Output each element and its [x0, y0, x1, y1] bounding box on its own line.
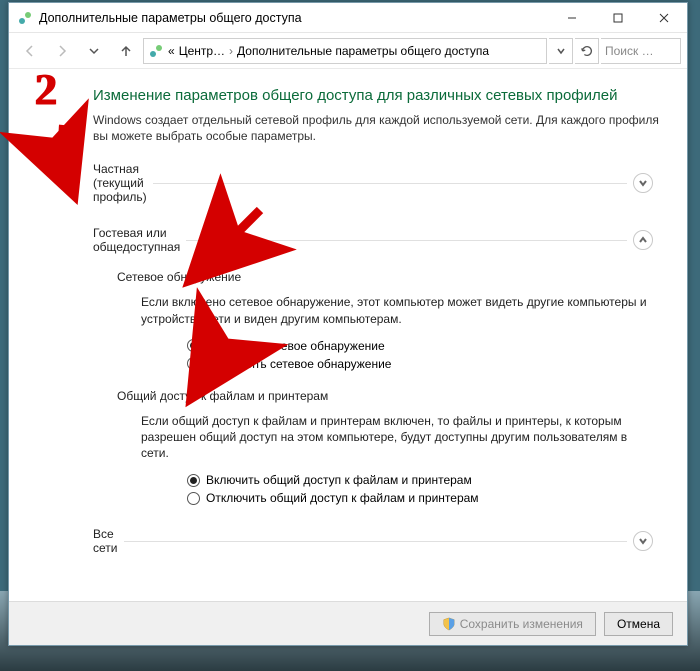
chevron-down-icon[interactable]: [633, 173, 653, 193]
minimize-button[interactable]: [549, 3, 595, 33]
network-icon: [148, 43, 164, 59]
save-button[interactable]: Сохранить изменения: [429, 612, 596, 636]
maximize-button[interactable]: [595, 3, 641, 33]
cancel-button[interactable]: Отмена: [604, 612, 673, 636]
cancel-button-label: Отмена: [617, 617, 660, 631]
window-title: Дополнительные параметры общего доступа: [39, 11, 549, 25]
radio-discovery-on-label: Включить сетевое обнаружение: [206, 339, 385, 353]
footer: Сохранить изменения Отмена: [9, 601, 687, 645]
page-heading: Изменение параметров общего доступа для …: [93, 87, 659, 104]
recent-button[interactable]: [79, 37, 109, 65]
save-button-label: Сохранить изменения: [460, 617, 583, 631]
nav-row: « Центр… › Дополнительные параметры обще…: [9, 33, 687, 69]
subsection-discovery-desc: Если включено сетевое обнаружение, этот …: [141, 294, 649, 326]
refresh-button[interactable]: [575, 38, 599, 64]
content-area: Изменение параметров общего доступа для …: [9, 69, 687, 601]
radio-fileshare-on-label: Включить общий доступ к файлам и принтер…: [206, 473, 472, 487]
back-button[interactable]: [15, 37, 45, 65]
network-icon: [17, 10, 33, 26]
breadcrumb-1[interactable]: Центр…: [179, 44, 225, 58]
radio-fileshare-off-label: Отключить общий доступ к файлам и принте…: [206, 491, 479, 505]
radio-icon: [187, 492, 200, 505]
radio-discovery-on[interactable]: Включить сетевое обнаружение: [187, 337, 659, 355]
chevron-right-icon: ›: [229, 44, 233, 58]
radio-fileshare-off[interactable]: Отключить общий доступ к файлам и принте…: [187, 489, 659, 507]
radio-fileshare-on[interactable]: Включить общий доступ к файлам и принтер…: [187, 471, 659, 489]
chevron-down-icon[interactable]: [633, 531, 653, 551]
section-all[interactable]: Все сети: [93, 523, 653, 559]
subsection-fileshare-desc: Если общий доступ к файлам и принтерам в…: [141, 413, 649, 462]
breadcrumb-2[interactable]: Дополнительные параметры общего доступа: [237, 44, 489, 58]
section-private-label: Частная (текущий профиль): [93, 162, 147, 204]
radio-icon: [187, 474, 200, 487]
section-all-label: Все сети: [93, 527, 118, 555]
up-button[interactable]: [111, 37, 141, 65]
section-guest[interactable]: Гостевая или общедоступная: [93, 222, 653, 258]
page-subtext: Windows создает отдельный сетевой профил…: [93, 112, 659, 144]
annotation-number: 2: [35, 68, 57, 112]
shield-icon: [442, 617, 456, 631]
chevron-left-icon: «: [168, 44, 175, 58]
radio-icon: [187, 339, 200, 352]
close-button[interactable]: [641, 3, 687, 33]
section-private[interactable]: Частная (текущий профиль): [93, 158, 653, 208]
address-bar[interactable]: « Центр… › Дополнительные параметры обще…: [143, 38, 547, 64]
chevron-up-icon[interactable]: [633, 230, 653, 250]
radio-icon: [187, 357, 200, 370]
subsection-discovery-title: Сетевое обнаружение: [117, 258, 659, 284]
titlebar: Дополнительные параметры общего доступа: [9, 3, 687, 33]
address-dropdown[interactable]: [549, 38, 573, 64]
radio-discovery-off[interactable]: Отключить сетевое обнаружение: [187, 355, 659, 373]
search-input[interactable]: Поиск …: [601, 38, 681, 64]
forward-button[interactable]: [47, 37, 77, 65]
section-guest-label: Гостевая или общедоступная: [93, 226, 180, 254]
radio-discovery-off-label: Отключить сетевое обнаружение: [206, 357, 391, 371]
subsection-fileshare-title: Общий доступ к файлам и принтерам: [117, 373, 659, 403]
control-panel-window: Дополнительные параметры общего доступа …: [8, 2, 688, 646]
